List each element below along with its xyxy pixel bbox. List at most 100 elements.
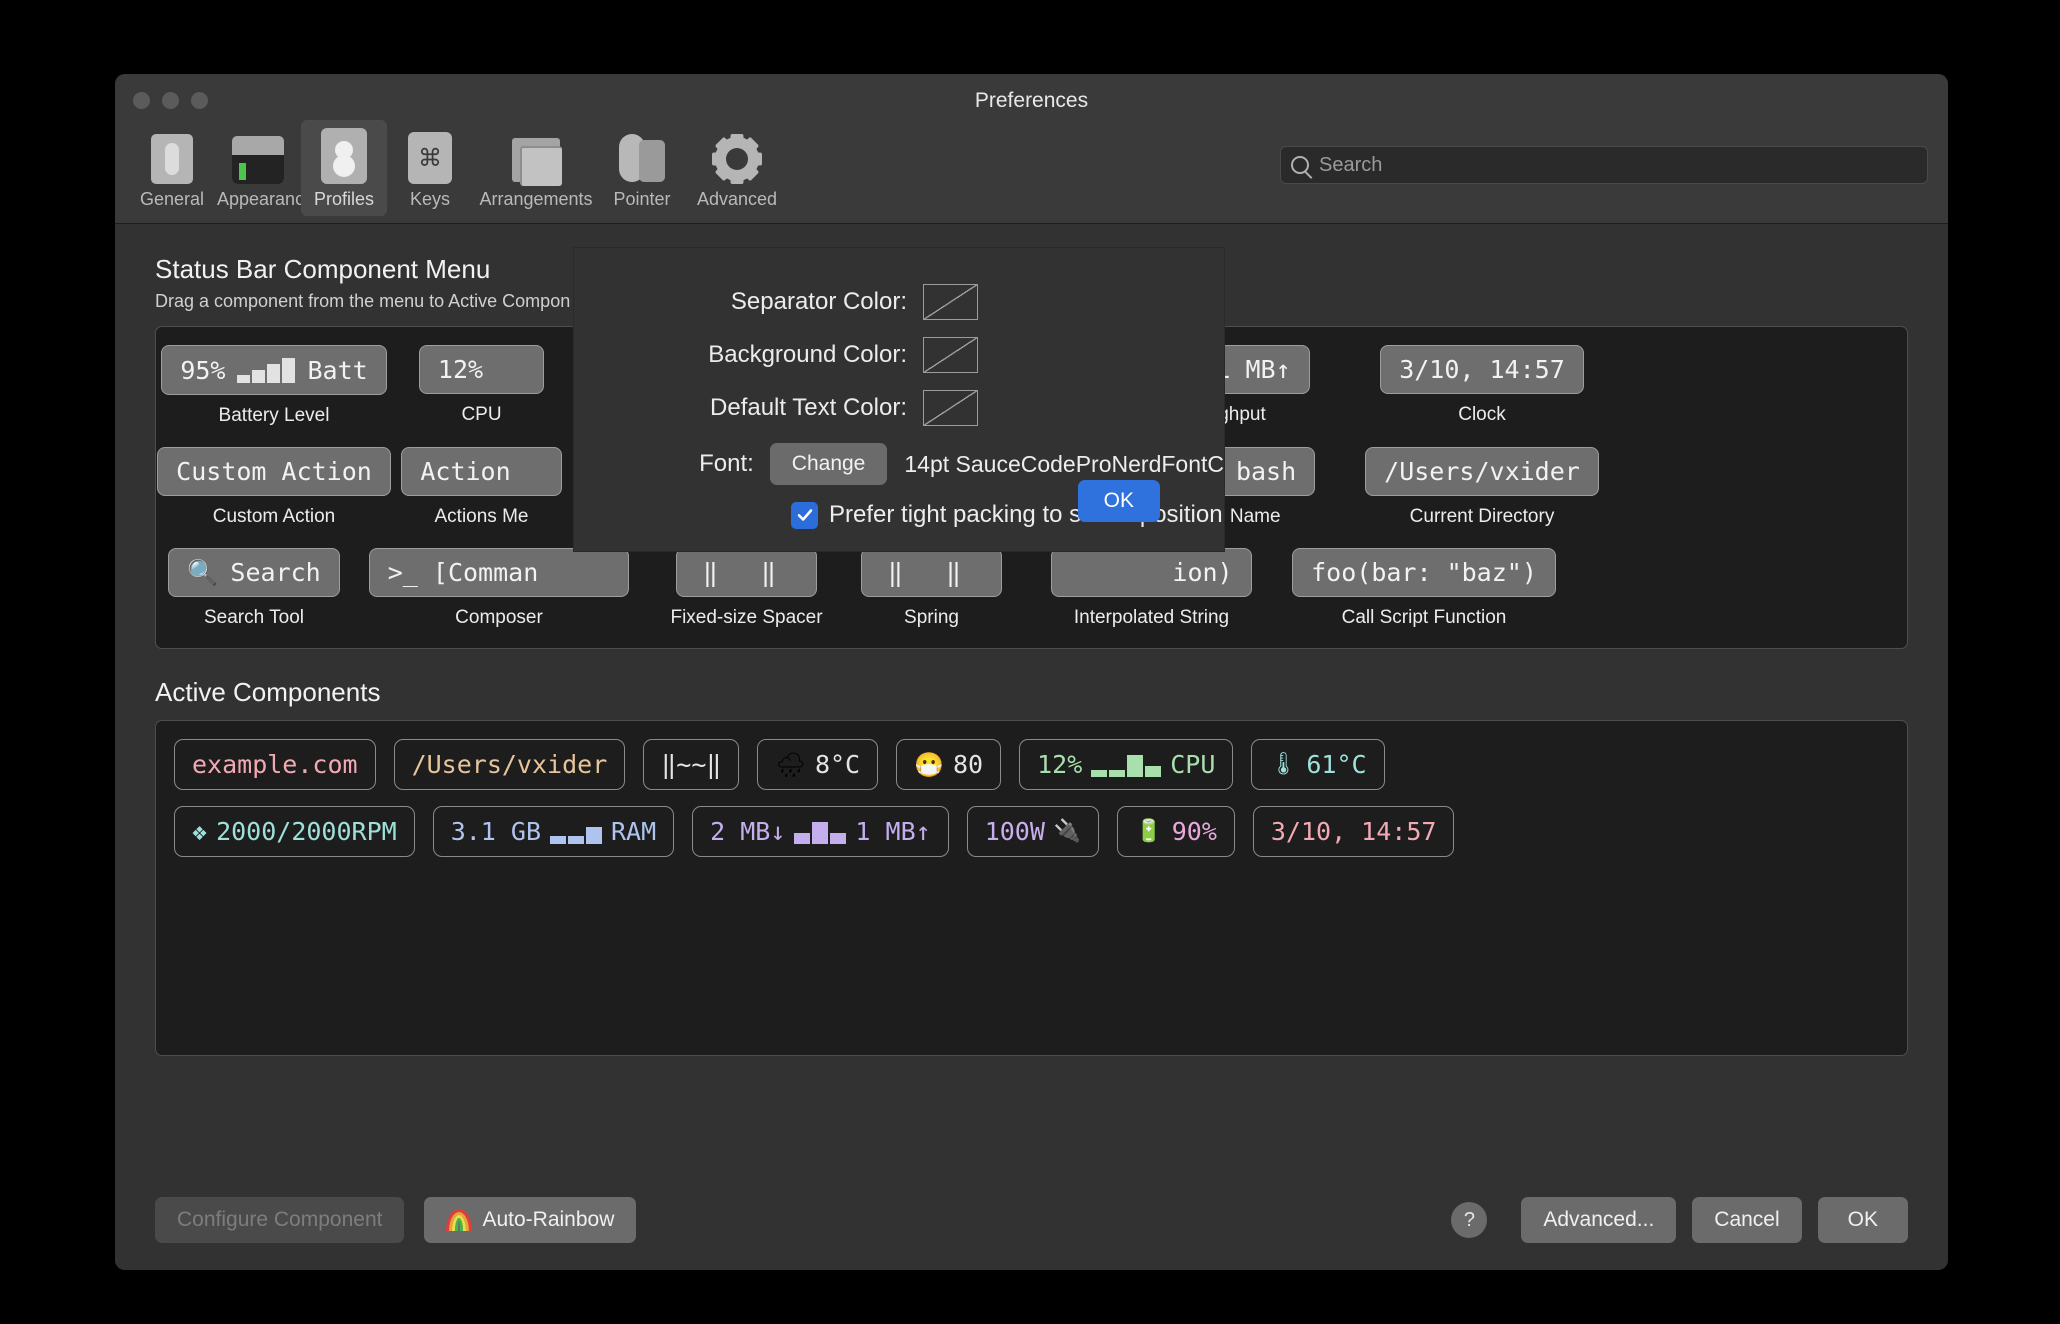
window-title: Preferences: [974, 89, 1089, 112]
sheet-ok-button[interactable]: OK: [1077, 480, 1160, 522]
background-color-label: Background Color:: [708, 341, 907, 368]
bar-graph-icon: [1091, 753, 1162, 777]
weather-chip[interactable]: 🌧 8°C: [757, 739, 879, 790]
tab-arrangements[interactable]: Arrangements: [473, 120, 599, 216]
preferences-window: Preferences General Appearance Profiles …: [115, 74, 1948, 1270]
ok-button[interactable]: OK: [1817, 1197, 1908, 1243]
tab-pointer[interactable]: Pointer: [599, 120, 685, 216]
component-caption: CPU: [461, 404, 502, 425]
font-label: Font:: [699, 450, 754, 477]
component-caption: Battery Level: [218, 405, 330, 426]
component-search-tool[interactable]: 🔍 Search Search Tool: [164, 548, 344, 629]
tab-label: Pointer: [613, 189, 671, 209]
chip-value: 3/10, 14:57: [1270, 817, 1437, 846]
rainbow-icon: [446, 1209, 473, 1231]
component-fixed-size-spacer[interactable]: ‖ ‖ Fixed-size Spacer: [654, 548, 839, 629]
configure-component-button[interactable]: Configure Component: [155, 1197, 405, 1243]
separator-color-swatch[interactable]: [923, 284, 978, 320]
battery-icon: 🔋: [1135, 818, 1163, 844]
background-color-swatch[interactable]: [923, 337, 978, 373]
footer-actions: ? Advanced... Cancel OK: [1451, 1197, 1908, 1243]
tab-appearance[interactable]: Appearance: [215, 120, 314, 216]
component-caption: Composer: [455, 607, 543, 628]
bar-graph-icon: [237, 357, 296, 383]
component-custom-action[interactable]: Custom Action Custom Action: [157, 447, 391, 528]
chip-value: 2 MB↓: [710, 817, 786, 846]
fan-chip[interactable]: ❖ 2000/2000RPM: [174, 806, 415, 857]
chip-value: 90%: [1171, 817, 1217, 846]
component-interpolated-string[interactable]: ion) Interpolated String: [1024, 548, 1279, 629]
font-row: Font: Change 14pt SauceCodeProNerdFontC: [574, 443, 1224, 485]
chip-value: 61°C: [1306, 750, 1367, 779]
component-clock[interactable]: 3/10, 14:57 Clock: [1357, 345, 1607, 426]
component-caption: Clock: [1458, 404, 1506, 425]
separator-color-row: Separator Color:: [574, 284, 1224, 320]
spacer-chip[interactable]: ‖~~‖: [643, 739, 740, 790]
component-settings-sheet: Separator Color: Background Color: Defau…: [574, 248, 1224, 551]
checkbox-checked-icon[interactable]: [791, 501, 818, 529]
search-placeholder: Search: [1319, 153, 1383, 176]
air-quality-chip[interactable]: 😷 80: [896, 739, 1002, 790]
help-button[interactable]: ?: [1451, 1202, 1488, 1238]
chip-trailing: RAM: [611, 817, 657, 846]
window-appearance-icon: [217, 128, 299, 184]
component-cpu[interactable]: 12% CPU: [384, 345, 579, 426]
separator-color-label: Separator Color:: [730, 288, 907, 315]
search-icon: [1291, 156, 1309, 174]
bar-graph-icon: [794, 820, 847, 844]
chip-value: ‖ ‖: [702, 558, 791, 587]
font-value: 14pt SauceCodeProNerdFontC: [904, 450, 1224, 477]
tab-keys[interactable]: ⌘ Keys: [387, 120, 473, 216]
chip-value: 100W: [984, 817, 1045, 846]
tab-label: Profiles: [313, 189, 375, 209]
chip-value: 80: [952, 750, 984, 779]
default-text-color-row: Default Text Color:: [574, 390, 1224, 426]
component-caption: Spring: [904, 607, 959, 628]
tab-profiles[interactable]: Profiles: [301, 120, 387, 216]
ram-chip[interactable]: 3.1 GB RAM: [432, 806, 675, 857]
chip-value: /Users/vxider: [411, 750, 608, 779]
temperature-chip[interactable]: 🌡 61°C: [1251, 739, 1385, 790]
chip-trailing: Batt: [307, 355, 368, 385]
background-color-row: Background Color:: [574, 337, 1224, 373]
chip-value: 2000/2000RPM: [216, 817, 397, 846]
chip-trailing: 1 MB↑: [855, 817, 931, 846]
chip-value: >_ [Comman: [387, 558, 539, 587]
tab-general[interactable]: General: [129, 120, 215, 216]
network-chip[interactable]: 2 MB↓ 1 MB↑: [692, 806, 949, 857]
component-actions-menu[interactable]: Action Actions Me: [384, 447, 579, 528]
preferences-toolbar: General Appearance Profiles ⌘ Keys Arran…: [115, 120, 1948, 224]
chip-value: 12%: [1037, 750, 1083, 779]
chip-value: foo(bar: "baz"): [1311, 558, 1537, 587]
auto-rainbow-button[interactable]: Auto-Rainbow: [424, 1197, 637, 1243]
component-battery-level[interactable]: 95% Batt Battery Level: [161, 345, 387, 427]
auto-rainbow-label: Auto-Rainbow: [482, 1208, 615, 1231]
cpu-chip[interactable]: 12% CPU: [1019, 739, 1234, 790]
tab-label: Arrangements: [479, 189, 593, 209]
search-field[interactable]: Search: [1280, 146, 1928, 184]
current-directory-chip[interactable]: /Users/vxider: [393, 739, 626, 790]
default-text-color-swatch[interactable]: [923, 390, 978, 426]
clock-chip[interactable]: 3/10, 14:57: [1252, 806, 1455, 857]
change-font-button[interactable]: Change: [769, 443, 888, 485]
component-call-script-function[interactable]: foo(bar: "baz") Call Script Function: [1279, 548, 1569, 629]
component-spring[interactable]: ‖ ‖ Spring: [839, 548, 1024, 629]
component-composer[interactable]: >_ [Comman Composer: [344, 548, 654, 629]
cancel-button[interactable]: Cancel: [1692, 1197, 1802, 1243]
chip-value: 12%: [437, 355, 484, 384]
power-chip[interactable]: 100W 🔌: [966, 806, 1100, 857]
component-caption: Interpolated String: [1073, 607, 1230, 628]
component-current-directory[interactable]: /Users/vxider Current Directory: [1357, 447, 1607, 528]
tab-label: Keys: [409, 189, 451, 209]
active-components-title: Active Components: [155, 677, 381, 707]
hostname-chip[interactable]: example.com: [174, 739, 376, 790]
component-caption: ghput: [1218, 404, 1266, 425]
chip-value: Action: [420, 457, 511, 486]
rain-cloud-emoji: 🌧: [775, 750, 806, 779]
active-components-row: example.com /Users/vxider ‖~~‖ 🌧 8°C 😷 8…: [174, 739, 1897, 790]
tab-advanced[interactable]: Advanced: [685, 120, 789, 216]
advanced-button[interactable]: Advanced...: [1521, 1197, 1677, 1243]
chip-value: Search: [230, 558, 321, 587]
battery-chip[interactable]: 🔋 90%: [1117, 806, 1235, 857]
component-caption: Fixed-size Spacer: [670, 607, 823, 628]
